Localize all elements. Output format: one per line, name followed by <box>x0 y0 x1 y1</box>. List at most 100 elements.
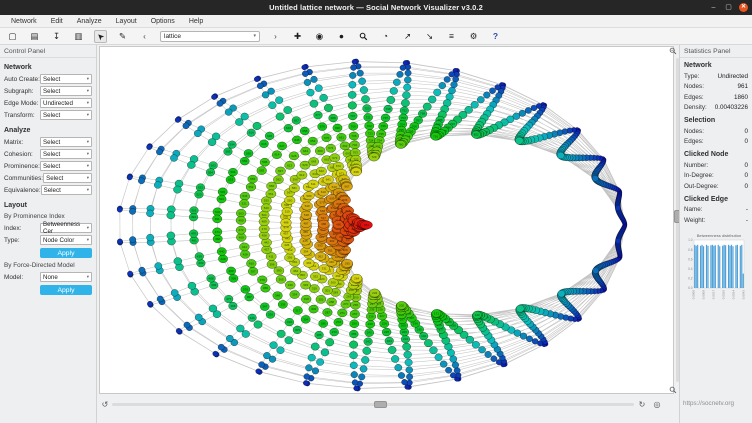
cohesion-select[interactable]: Select▾ <box>40 149 92 159</box>
svg-text:0.0: 0.0 <box>688 286 693 290</box>
remove-edge-button[interactable]: ↘ <box>423 30 436 43</box>
stats-group-title: Clicked Node <box>684 151 748 158</box>
stat-value: 0 <box>744 172 748 179</box>
previous-relation-button[interactable]: ‹ <box>138 30 151 43</box>
stat-row-edges: Edges:1860 <box>684 92 748 103</box>
rotation-slider-handle[interactable] <box>374 401 387 408</box>
chevron-down-icon: ▾ <box>87 237 89 243</box>
add-node-button[interactable]: ◉ <box>313 30 326 43</box>
menu-options[interactable]: Options <box>144 15 182 28</box>
edgemode-select[interactable]: Undirected▾ <box>40 98 92 108</box>
field-label: Equivalence: <box>4 187 41 194</box>
field-label: Transform: <box>4 112 35 119</box>
field-label: Edge Mode: <box>4 100 38 107</box>
field-label: Subgraph: <box>4 88 34 95</box>
equivalence-select[interactable]: Select ▾ <box>41 185 92 195</box>
layout-row-model: Model: None▾ <box>4 271 92 283</box>
selected-value: Select <box>44 187 61 194</box>
apply-force-layout-button[interactable]: Apply <box>40 285 92 295</box>
apply-prominence-layout-button[interactable]: Apply <box>40 248 92 258</box>
filter-edges-button[interactable]: ≡ <box>445 30 458 43</box>
relation-value: lattice <box>164 33 181 40</box>
print-network-button[interactable]: ▥ <box>72 30 85 43</box>
select-mode-button[interactable]: ➤ <box>94 30 107 43</box>
zoom-in-icon[interactable] <box>668 46 678 56</box>
menu-analyze[interactable]: Analyze <box>70 15 109 28</box>
stat-label: Edges: <box>684 138 704 145</box>
menu-network[interactable]: Network <box>4 15 44 28</box>
rotate-left-icon[interactable]: ↺ <box>100 399 110 409</box>
section-title: Layout <box>4 202 92 209</box>
open-network-button[interactable]: ▤ <box>28 30 41 43</box>
control-panel: Control Panel NetworkAuto Create:Select▾… <box>0 45 97 423</box>
rotate-right-icon[interactable]: ↻ <box>637 399 647 409</box>
minimize-button[interactable]: – <box>709 3 718 12</box>
model-select[interactable]: None▾ <box>40 272 92 282</box>
svg-text:Betweenness distribution: Betweenness distribution <box>697 233 741 238</box>
transform-select[interactable]: Select▾ <box>40 110 92 120</box>
zoom-out-icon[interactable] <box>668 385 678 395</box>
stat-label: Out-Degree: <box>684 183 719 190</box>
next-relation-button[interactable]: › <box>269 30 282 43</box>
graph-canvas-area <box>99 46 674 394</box>
new-network-button[interactable]: ▢ <box>6 30 19 43</box>
chevron-down-icon: ▾ <box>87 187 89 193</box>
stat-value: Undirected <box>718 73 748 80</box>
menu-edit[interactable]: Edit <box>44 15 70 28</box>
network-row-edgemode: Edge Mode:Undirected▾ <box>4 97 92 109</box>
stats-group-title: Selection <box>684 117 748 124</box>
menu-help[interactable]: Help <box>182 15 210 28</box>
close-button[interactable]: ✕ <box>739 3 748 12</box>
selected-value: Select <box>43 151 60 158</box>
communities-select[interactable]: Select▾ <box>43 173 92 183</box>
prominence-select[interactable]: Select▾ <box>40 161 92 171</box>
whats-this-button[interactable]: ? <box>489 30 502 43</box>
node-properties-button[interactable]: ◔ <box>379 30 392 43</box>
svg-text:0.8: 0.8 <box>688 247 693 251</box>
reset-view-icon[interactable]: ◎ <box>652 399 662 409</box>
app-window: Untitled lattice network — Social Networ… <box>0 0 752 423</box>
layout-row-type: Type:Node Color▾ <box>4 234 92 246</box>
chevron-down-icon: ▾ <box>87 88 89 94</box>
settings-button[interactable]: ⚙ <box>467 30 480 43</box>
stat-value: 0 <box>744 128 748 135</box>
matrix-select[interactable]: Select▾ <box>40 137 92 147</box>
network-canvas[interactable] <box>100 47 673 393</box>
add-relation-button[interactable]: ✚ <box>291 30 304 43</box>
stat-row-type: Type:Undirected <box>684 71 748 82</box>
selected-value: Node Color <box>43 237 74 244</box>
stat-row-name: Name:- <box>684 205 748 216</box>
subgraph-select[interactable]: Select▾ <box>40 86 92 96</box>
selected-value: Betweenness Cer <box>43 221 87 235</box>
statistics-panel-title: Statistics Panel <box>680 45 752 58</box>
selected-value: Select <box>43 112 60 119</box>
window-controls: – ▢ ✕ <box>709 0 748 15</box>
autocreate-select[interactable]: Select▾ <box>40 74 92 84</box>
stat-label: Number: <box>684 162 708 169</box>
save-network-button[interactable]: ↧ <box>50 30 63 43</box>
selected-value: Select <box>46 175 63 182</box>
edit-mode-button[interactable]: ✎ <box>116 30 129 43</box>
maximize-button[interactable]: ▢ <box>724 3 733 12</box>
index-select[interactable]: Betweenness Cer▾ <box>40 223 92 233</box>
svg-text:0.2: 0.2 <box>688 276 693 280</box>
remove-node-button[interactable]: ● <box>335 30 348 43</box>
stats-group-title: Clicked Edge <box>684 196 748 203</box>
svg-text:0.0026: 0.0026 <box>721 289 725 299</box>
chevron-down-icon: ▾ <box>87 100 89 106</box>
rotation-slider-track[interactable] <box>112 403 634 406</box>
section-analyze: AnalyzeMatrix:Select▾Cohesion:Select▾Pro… <box>0 121 96 196</box>
stat-label: Nodes: <box>684 128 704 135</box>
stats-group-clicked-node: Clicked NodeNumber:0In-Degree:0Out-Degre… <box>680 151 752 192</box>
find-node-button[interactable] <box>357 30 370 43</box>
stat-label: Name: <box>684 206 703 213</box>
field-label: Model: <box>4 274 23 281</box>
menu-layout[interactable]: Layout <box>109 15 144 28</box>
add-edge-button[interactable]: ↗ <box>401 30 414 43</box>
selected-value: Select <box>43 76 60 83</box>
field-label: Index: <box>4 225 21 232</box>
type-select[interactable]: Node Color ▾ <box>40 235 92 245</box>
socnetv-url-link[interactable]: https://socnetv.org <box>683 400 734 407</box>
section-layout: LayoutBy Prominence IndexIndex:Betweenne… <box>0 196 96 295</box>
relation-combobox[interactable]: lattice▾ <box>160 31 260 42</box>
